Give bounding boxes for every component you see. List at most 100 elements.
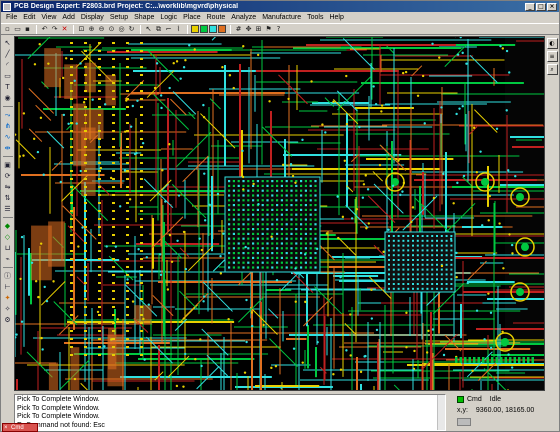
minimize-button[interactable]: _ [525, 2, 535, 11]
menu-manufacture[interactable]: Manufacture [259, 14, 304, 21]
toolbar-separator [36, 24, 37, 34]
menu-logic[interactable]: Logic [157, 14, 180, 21]
grid-icon[interactable]: # [234, 25, 243, 34]
add-line-icon[interactable]: ╱ [3, 49, 13, 59]
copy-icon[interactable]: ⧉ [154, 25, 163, 34]
move-icon[interactable]: ↖ [144, 25, 153, 34]
save-icon[interactable]: ▪ [23, 25, 32, 34]
console-line: Pick To Complete Window. [17, 413, 100, 420]
measure-icon[interactable]: ⊞ [254, 25, 263, 34]
console-line: Pick To Complete Window. [17, 396, 100, 403]
mirror-icon[interactable]: ⇋ [3, 182, 13, 192]
redo-icon[interactable]: ↷ [50, 25, 59, 34]
zoom-out-icon[interactable]: ⊖ [97, 25, 106, 34]
rotate-icon[interactable]: ⟳ [3, 171, 13, 181]
menu-shape[interactable]: Shape [131, 14, 157, 21]
show-element-icon[interactable]: ⓘ [3, 271, 13, 281]
show-measure-icon[interactable]: ⊢ [3, 282, 13, 292]
console-tab[interactable]: × Cmd [2, 423, 38, 432]
status-box [457, 417, 471, 426]
console-line: Pick To Complete Window. [17, 404, 100, 412]
dehighlight-icon[interactable]: ✧ [3, 304, 13, 314]
close-button[interactable]: × [547, 2, 557, 11]
menu-file[interactable]: File [3, 14, 20, 21]
swap-icon[interactable]: ⇅ [3, 193, 13, 203]
align-icon[interactable]: ☰ [3, 204, 13, 214]
toolbar-separator [73, 24, 74, 34]
layer-visibility-icon[interactable] [200, 25, 208, 33]
menu-bar: File Edit View Add Display Setup Shape L… [1, 12, 559, 23]
merge-icon[interactable]: ⊔ [3, 243, 13, 253]
constraint-icon[interactable]: ⚙ [3, 315, 13, 325]
menu-view[interactable]: View [38, 14, 59, 21]
new-icon[interactable]: ▫ [3, 25, 12, 34]
add-rect-icon[interactable]: ▭ [3, 71, 13, 81]
zoom-world-icon[interactable]: ◎ [117, 25, 126, 34]
open-icon[interactable]: ▭ [13, 25, 22, 34]
layer-color-icon[interactable] [209, 25, 217, 33]
layer-color-icon[interactable] [218, 25, 226, 33]
menu-setup[interactable]: Setup [107, 14, 131, 21]
main-toolbar: ▫ ▭ ▪ ↶ ↷ ✕ ⊡ ⊕ ⊖ ⊙ ◎ ↻ ↖ ⧉ ⌐ ⌇ # ✥ ⊞ ⚑ … [1, 23, 559, 35]
slide-icon[interactable]: ⌇ [174, 25, 183, 34]
undo-icon[interactable]: ↶ [40, 25, 49, 34]
drc-icon[interactable]: ⚑ [264, 25, 273, 34]
place-icon[interactable]: ▣ [3, 160, 13, 170]
coordinate-readout: 9360.00, 18165.00 [475, 407, 535, 414]
console-tab-label: Cmd [11, 425, 24, 431]
zoom-fit-icon[interactable]: ⊡ [77, 25, 86, 34]
select-icon[interactable]: ↖ [3, 38, 13, 48]
left-toolbar: ↖ ╱ ◜ ▭ T ◉ ⤳ ⋔ ∿ ⇹ ▣ ⟳ ⇋ ⇅ ☰ ◆ ◇ ⊔ ⌁ ⓘ … [1, 36, 14, 391]
pan-icon[interactable]: ✥ [244, 25, 253, 34]
options-icon[interactable]: ≡ [546, 51, 558, 62]
bottom-panel: Pick To Complete Window. Pick To Complet… [1, 392, 559, 432]
add-via-icon[interactable]: ◉ [3, 93, 13, 103]
toolbar-separator [2, 267, 13, 268]
route-icon[interactable]: ⤳ [3, 110, 13, 120]
status-indicator-icon [457, 396, 464, 403]
toolbar-separator [2, 106, 13, 107]
zoom-in-icon[interactable]: ⊕ [87, 25, 96, 34]
redraw-icon[interactable]: ↻ [127, 25, 136, 34]
assign-net-icon[interactable]: ⌁ [3, 254, 13, 264]
command-console[interactable]: Pick To Complete Window. Pick To Complet… [14, 394, 446, 431]
menu-tools[interactable]: Tools [304, 14, 326, 21]
add-arc-icon[interactable]: ◜ [3, 60, 13, 70]
pcb-layout-drawing[interactable] [15, 37, 545, 391]
status-panel: Cmd Idle x,y: 9360.00, 18165.00 [449, 394, 559, 431]
toolbar-separator [140, 24, 141, 34]
title-bar[interactable]: PCB Design Expert: F2803.brd Project: C:… [1, 1, 559, 12]
maximize-button[interactable]: □ [536, 2, 546, 11]
fanout-icon[interactable]: ⋔ [3, 121, 13, 131]
zoom-previous-icon[interactable]: ⊙ [107, 25, 116, 34]
void-icon[interactable]: ◇ [3, 232, 13, 242]
coordinate-label: x,y: [457, 407, 468, 414]
color-icon[interactable] [191, 25, 199, 33]
menu-route[interactable]: Route [204, 14, 229, 21]
glossing-icon[interactable]: ∿ [3, 132, 13, 142]
menu-add[interactable]: Add [59, 14, 77, 21]
spread-icon[interactable]: ⇹ [3, 143, 13, 153]
menu-edit[interactable]: Edit [20, 14, 38, 21]
menu-place[interactable]: Place [180, 14, 204, 21]
status-state: Idle [489, 396, 502, 403]
highlight-icon[interactable]: ✦ [3, 293, 13, 303]
toolbar-separator [187, 24, 188, 34]
window-title: PCB Design Expert: F2803.brd Project: C:… [14, 3, 239, 10]
add-text-icon[interactable]: T [3, 82, 13, 92]
menu-help[interactable]: Help [326, 14, 346, 21]
find-icon[interactable]: ⌕ [546, 64, 558, 75]
menu-display[interactable]: Display [78, 14, 107, 21]
add-connect-icon[interactable]: ⌐ [164, 25, 173, 34]
pcb-layout-canvas[interactable] [14, 36, 545, 391]
console-scrollbar[interactable] [437, 395, 445, 430]
toolbar-separator [2, 156, 13, 157]
delete-icon[interactable]: ✕ [60, 25, 69, 34]
shape-icon[interactable]: ◆ [3, 221, 13, 231]
menu-analyze[interactable]: Analyze [228, 14, 259, 21]
console-line: E- Command not found: Esc [17, 421, 105, 429]
toolbar-separator [2, 217, 13, 218]
status-command: Cmd [467, 396, 482, 403]
help-icon[interactable]: ? [274, 25, 283, 34]
visibility-icon[interactable]: ◐ [546, 38, 558, 49]
